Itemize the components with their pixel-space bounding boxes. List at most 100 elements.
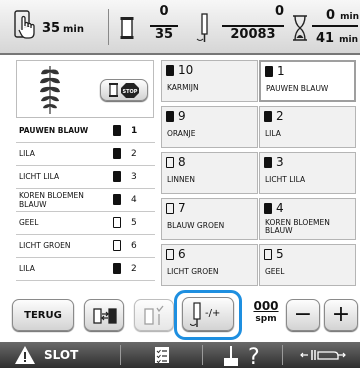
footer-divider — [120, 345, 121, 365]
embroidery-pattern-icon — [40, 66, 60, 114]
needle-cell[interactable]: 1 PAUWEN BLAUW — [259, 60, 356, 102]
thread-list-row[interactable]: LILA 2 — [16, 258, 155, 281]
needle-number: 9 — [178, 109, 186, 123]
thread-list-row[interactable]: LICHT LILA 3 — [16, 166, 155, 189]
speed-display: 000 spm — [249, 299, 283, 331]
lock-label: SLOT — [44, 348, 79, 362]
checklist-button[interactable] — [122, 342, 200, 368]
spool-icon — [113, 217, 121, 228]
spool-icon — [113, 263, 121, 274]
thread-number: 2 — [131, 264, 137, 274]
color-step-current: 0 — [159, 4, 169, 19]
needle-cell[interactable]: 4 KOREN BLOEMEN BLAUW — [259, 198, 356, 240]
back-button[interactable]: TERUG — [12, 299, 74, 331]
time-unit: min — [63, 24, 84, 35]
help-button[interactable]: ? — [204, 342, 280, 368]
needle-cell[interactable]: 5 GEEL — [259, 244, 356, 286]
needle-number: 1 — [277, 64, 285, 78]
needle-color-label: GEEL — [265, 267, 285, 276]
thread-sort-icon — [144, 305, 164, 325]
speed-plus-button[interactable]: + — [324, 299, 358, 331]
needle-color-label: LICHT GROEN — [167, 267, 219, 276]
thread-spool-icon — [120, 17, 134, 39]
spool-icon — [113, 171, 121, 182]
stop-button[interactable]: STOP — [100, 79, 148, 101]
spool-icon — [113, 148, 121, 159]
needle-cell[interactable]: 3 LICHT LILA — [259, 152, 356, 194]
thread-number: 2 — [131, 149, 137, 159]
needle-color-label: LINNEN — [167, 175, 195, 184]
thread-number: 4 — [131, 195, 137, 205]
footer-divider — [282, 345, 283, 365]
thread-list-row[interactable]: KOREN BLOEMEN BLAUW 4 — [16, 189, 155, 212]
needle-number: 6 — [178, 247, 186, 261]
needle-color-label: PAUWEN BLAUW — [266, 84, 329, 93]
needle-toggle-button[interactable]: -/+ — [182, 297, 234, 331]
thread-order-list: PAUWEN BLAUW 1 LILA 2 LICHT LILA 3 KOREN BLOEM… — [16, 120, 155, 281]
footer-bar: SLOT ? — [0, 342, 360, 368]
needle-cell[interactable]: 9 ORANJE — [161, 106, 258, 148]
design-preview: STOP — [16, 60, 154, 118]
thread-number: 6 — [131, 241, 137, 251]
spool-icon — [264, 203, 272, 214]
thread-color-label: KOREN BLOEMEN BLAUW — [19, 191, 84, 209]
spool-icon — [166, 157, 174, 168]
remaining-time-total: 41 min — [312, 25, 358, 46]
thread-sort-button[interactable] — [134, 299, 174, 331]
divider — [108, 9, 109, 45]
status-bar: 35 min 0 35 0 20083 0 min 41 min — [0, 0, 360, 55]
spool-icon — [264, 111, 272, 122]
thread-list-row[interactable]: PAUWEN BLAUW 1 — [16, 120, 155, 143]
spool-icon — [264, 157, 272, 168]
needle-icon — [190, 302, 201, 327]
needle-cell[interactable]: 6 LICHT GROEN — [161, 244, 258, 286]
needle-cell[interactable]: 2 LILA — [259, 106, 356, 148]
thread-list-row[interactable]: LICHT GROEN 6 — [16, 235, 155, 258]
thread-color-label: LILA — [19, 149, 35, 158]
stitch-count-total: 20083 — [222, 25, 284, 42]
spool-icon — [166, 249, 174, 260]
thread-number: 5 — [131, 218, 137, 228]
thread-list-row[interactable]: LILA 2 — [16, 143, 155, 166]
presser-foot-button[interactable] — [284, 342, 360, 368]
needle-number: 7 — [178, 201, 186, 215]
needle-cell[interactable]: 7 BLAUW GROEN — [161, 198, 258, 240]
color-step-total: 35 — [150, 25, 178, 42]
needle-color-label: LICHT LILA — [265, 175, 306, 184]
footer-divider — [202, 345, 203, 365]
needle-toggle-label: -/+ — [205, 308, 221, 319]
needle-cell[interactable]: 8 LINNEN — [161, 152, 258, 194]
spool-icon — [166, 65, 174, 76]
spool-icon — [166, 203, 174, 214]
speed-value: 000 — [253, 299, 279, 313]
speed-minus-button[interactable]: − — [286, 299, 320, 331]
time-value: 35 — [42, 21, 61, 36]
thread-color-label: PAUWEN BLAUW — [19, 126, 89, 135]
needle-number: 3 — [276, 155, 284, 169]
spool-icon — [166, 111, 174, 122]
thread-swap-button[interactable] — [84, 299, 124, 331]
svg-text:?: ? — [248, 345, 260, 368]
help-icon: ? — [224, 345, 260, 368]
thread-number: 1 — [131, 126, 138, 136]
needle-color-label: BLAUW GROEN — [167, 221, 225, 230]
needle-cell[interactable]: 10 KARMIJN — [161, 60, 258, 102]
thread-color-label: LILA — [19, 264, 35, 273]
needle-color-label: KARMIJN — [167, 83, 199, 92]
spool-icon — [113, 125, 121, 136]
thread-color-label: LICHT GROEN — [19, 241, 71, 250]
needle-color-label: LILA — [265, 129, 281, 138]
needle-color-label: KOREN BLOEMEN BLAUW — [265, 218, 330, 235]
lock-button[interactable]: SLOT — [0, 342, 118, 368]
presser-foot-icon — [300, 350, 346, 360]
toolbar: TERUG -/+ 000 spm − + — [0, 289, 360, 342]
hand-icon — [14, 10, 35, 39]
spool-icon — [265, 66, 273, 77]
thread-swap-icon — [93, 308, 117, 324]
checklist-icon — [155, 347, 169, 364]
needle-color-label: ORANJE — [167, 129, 196, 138]
needle-number: 5 — [276, 247, 284, 261]
warning-icon — [15, 346, 35, 364]
remaining-time-current: 0 min — [325, 8, 359, 23]
thread-list-row[interactable]: GEEL 5 — [16, 212, 155, 235]
